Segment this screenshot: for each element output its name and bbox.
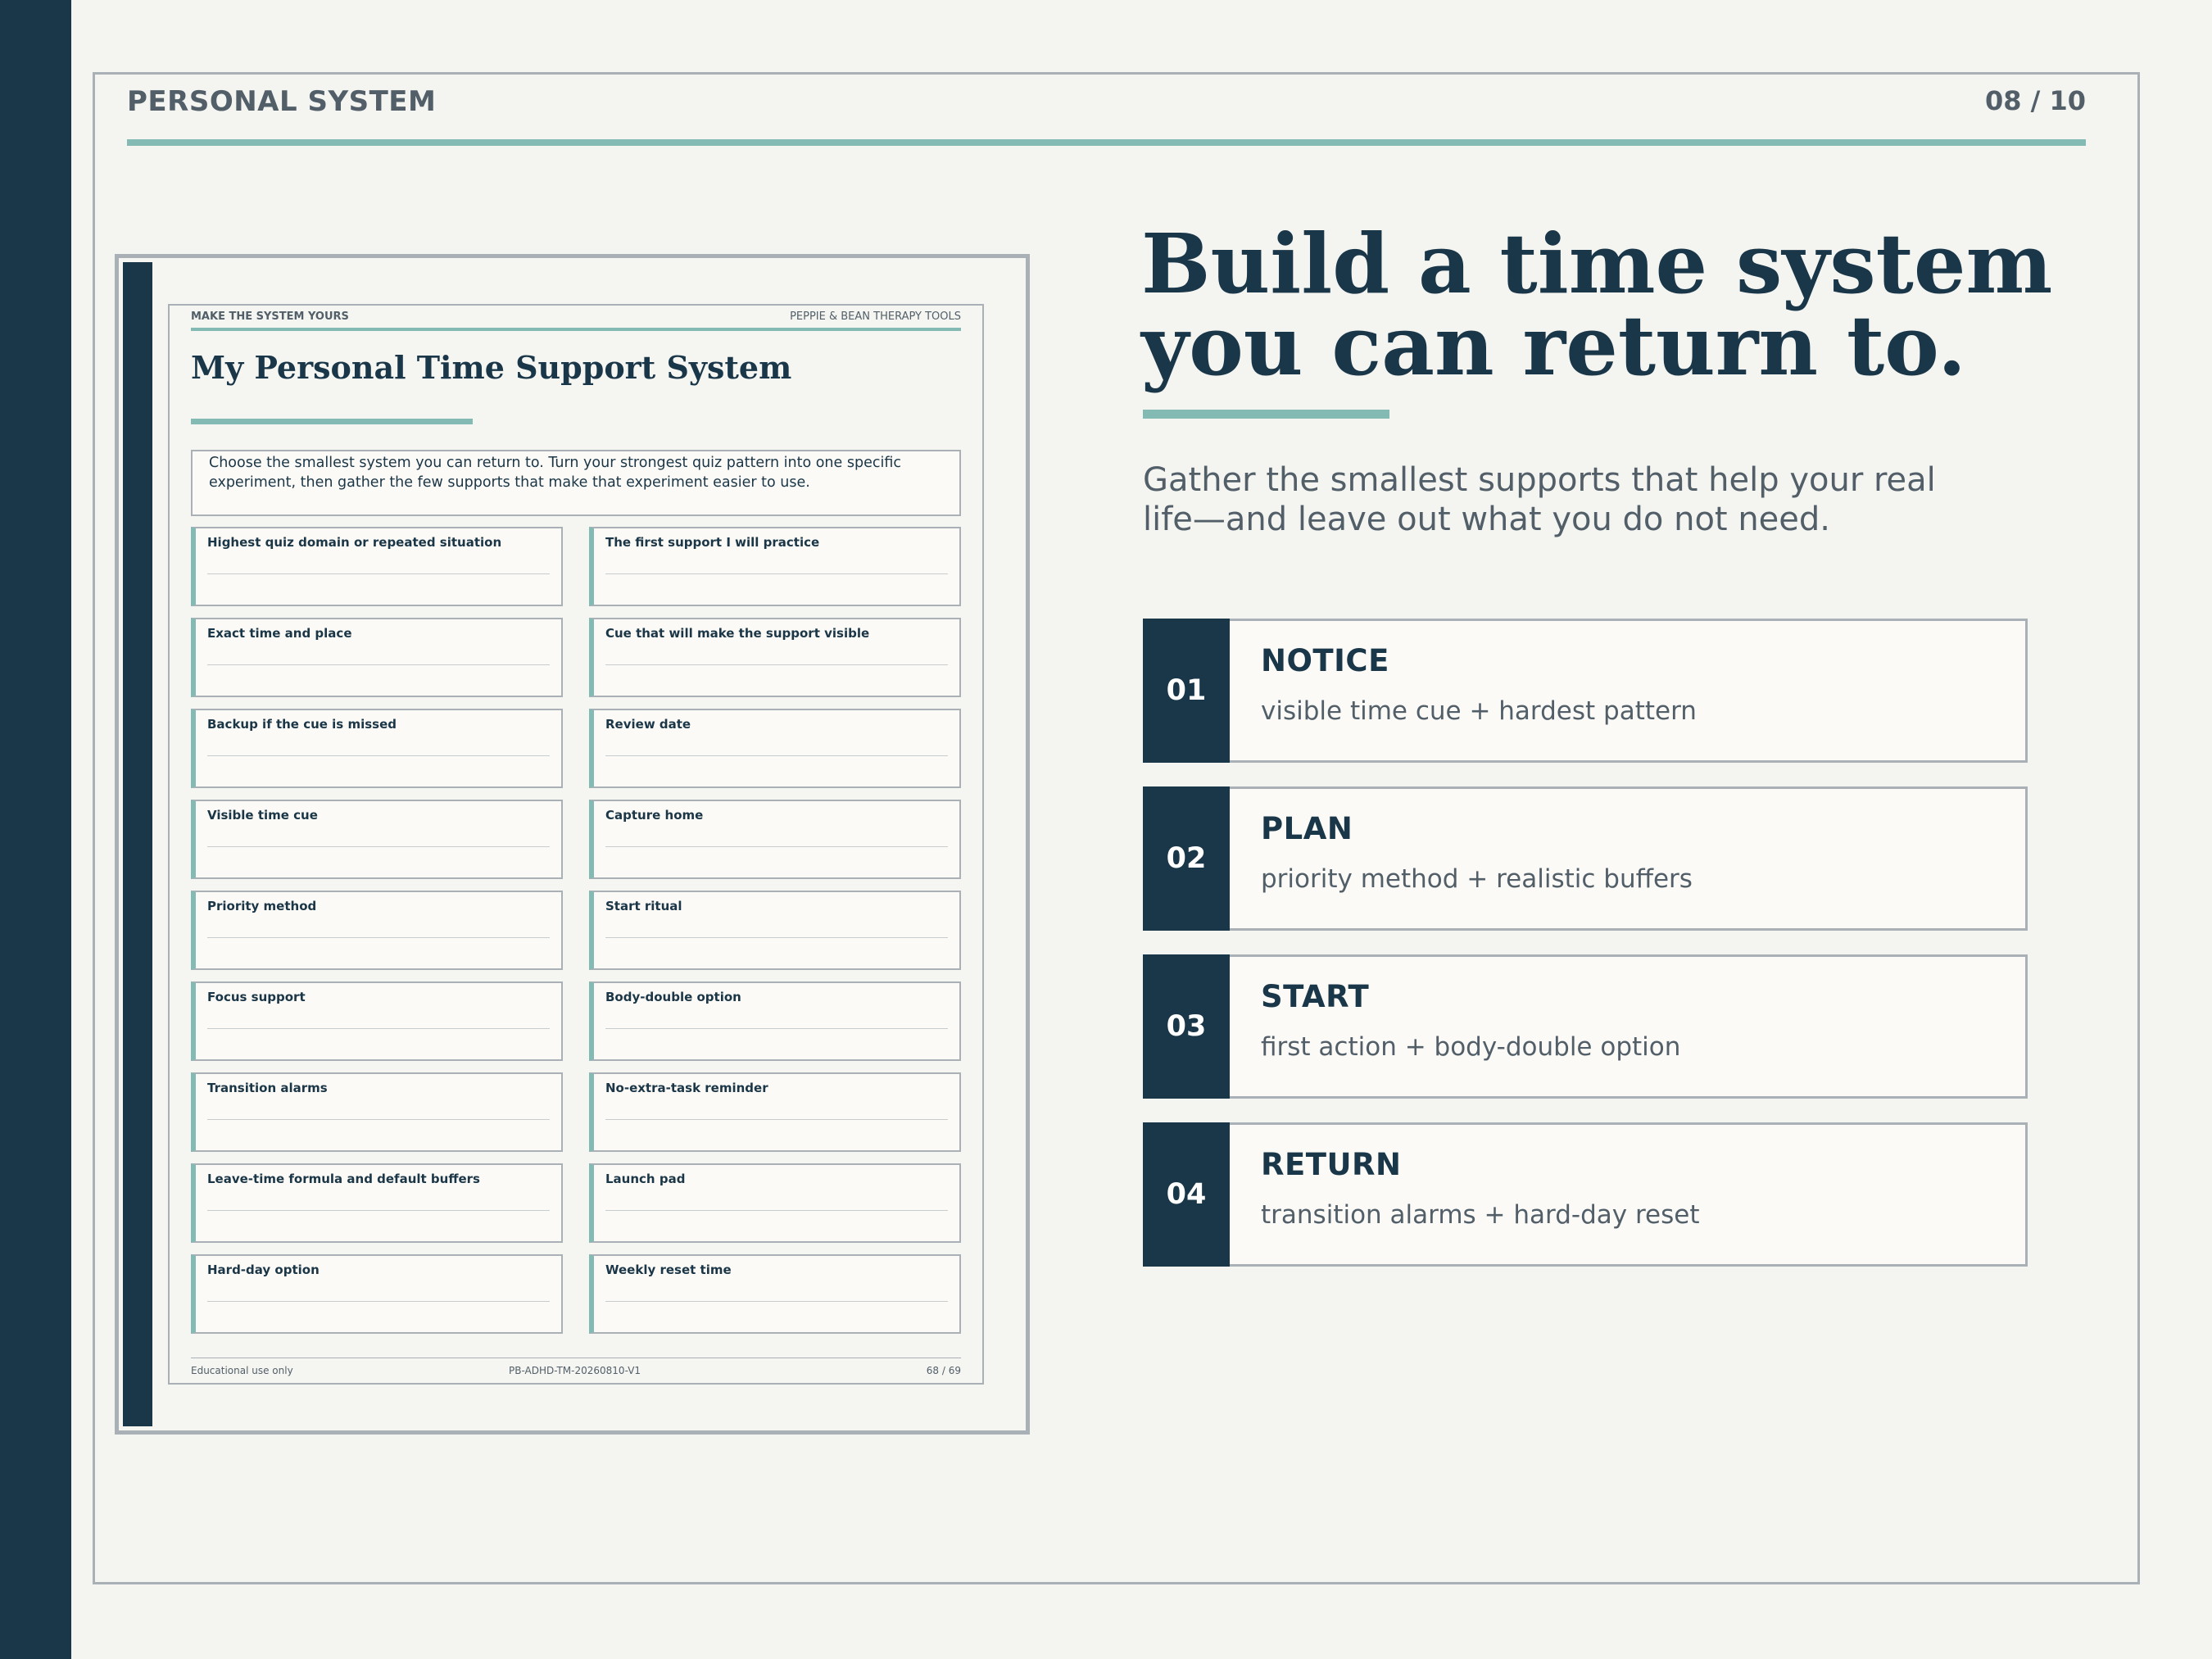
worksheet-field-writing-line — [605, 1301, 948, 1302]
worksheet-field: Priority method — [191, 891, 563, 970]
worksheet-field-label: Review date — [605, 717, 691, 732]
step-title: START — [1261, 979, 1370, 1014]
headline-accent — [1143, 410, 1389, 419]
worksheet-top-rule — [191, 328, 961, 331]
step-body: NOTICE visible time cue + hardest patter… — [1230, 619, 2028, 763]
worksheet-field-label: Focus support — [207, 990, 306, 1004]
worksheet-preview: MAKE THE SYSTEM YOURS PEPPIE & BEAN THER… — [115, 254, 1030, 1435]
step-number: 01 — [1143, 619, 1230, 763]
worksheet-field: Backup if the cue is missed — [191, 709, 563, 788]
step-card-notice: 01 NOTICE visible time cue + hardest pat… — [1143, 619, 2028, 763]
worksheet-field: Focus support — [191, 981, 563, 1061]
worksheet-field: Body-double option — [589, 981, 961, 1061]
subheading: Gather the smallest supports that help y… — [1143, 461, 1936, 538]
worksheet-field-label: Start ritual — [605, 899, 682, 913]
section-title: PERSONAL SYSTEM — [127, 85, 437, 118]
worksheet-field: Visible time cue — [191, 800, 563, 879]
worksheet-footer-page: 68 / 69 — [926, 1365, 961, 1376]
worksheet-field-writing-line — [207, 1119, 550, 1120]
worksheet-field: Weekly reset time — [589, 1254, 961, 1334]
worksheet-field-writing-line — [605, 664, 948, 665]
worksheet-field: Hard-day option — [191, 1254, 563, 1334]
worksheet-field-writing-line — [207, 1301, 550, 1302]
worksheet-brand: PEPPIE & BEAN THERAPY TOOLS — [790, 310, 961, 323]
worksheet-field-label: Hard-day option — [207, 1262, 320, 1277]
worksheet-field-writing-line — [605, 755, 948, 756]
page-counter: 08 / 10 — [1984, 85, 2086, 116]
step-description: transition alarms + hard-day reset — [1261, 1200, 1700, 1230]
worksheet-title: My Personal Time Support System — [191, 349, 792, 386]
worksheet-field-writing-line — [605, 1028, 948, 1029]
worksheet-field-label: Transition alarms — [207, 1081, 328, 1095]
headline: Build a time system you can return to. — [1141, 223, 2052, 387]
worksheet-field-writing-line — [207, 846, 550, 847]
step-card-start: 03 START first action + body-double opti… — [1143, 954, 2028, 1099]
header-rule — [127, 139, 2086, 146]
worksheet-field-writing-line — [207, 664, 550, 665]
worksheet-field-writing-line — [207, 755, 550, 756]
worksheet-field-writing-line — [605, 1119, 948, 1120]
worksheet-field-label: Body-double option — [605, 990, 741, 1004]
step-title: NOTICE — [1261, 643, 1389, 678]
worksheet-field: Start ritual — [589, 891, 961, 970]
worksheet-side-bar — [123, 262, 152, 1426]
worksheet-field-label: Visible time cue — [207, 808, 318, 823]
step-description: priority method + realistic buffers — [1261, 864, 1693, 894]
worksheet-footer-code: PB-ADHD-TM-20260810-V1 — [509, 1365, 641, 1376]
worksheet-field-label: No-extra-task reminder — [605, 1081, 768, 1095]
step-body: START first action + body-double option — [1230, 954, 2028, 1099]
step-title: RETURN — [1261, 1147, 1402, 1182]
worksheet-field: Exact time and place — [191, 618, 563, 697]
worksheet-field-label: Capture home — [605, 808, 704, 823]
worksheet-field-label: Exact time and place — [207, 626, 352, 641]
step-card-plan: 02 PLAN priority method + realistic buff… — [1143, 786, 2028, 931]
worksheet-field: No-extra-task reminder — [589, 1072, 961, 1152]
step-number: 03 — [1143, 954, 1230, 1099]
step-number: 04 — [1143, 1122, 1230, 1267]
worksheet-field: Capture home — [589, 800, 961, 879]
worksheet-field: The first support I will practice — [589, 527, 961, 606]
worksheet-field-writing-line — [207, 1210, 550, 1211]
worksheet-intro: Choose the smallest system you can retur… — [191, 450, 961, 516]
worksheet-field-writing-line — [207, 573, 550, 574]
worksheet-field-writing-line — [605, 573, 948, 574]
worksheet-field-label: Highest quiz domain or repeated situatio… — [207, 535, 502, 550]
step-body: RETURN transition alarms + hard-day rese… — [1230, 1122, 2028, 1267]
worksheet-page: MAKE THE SYSTEM YOURS PEPPIE & BEAN THER… — [168, 304, 984, 1385]
worksheet-field: Review date — [589, 709, 961, 788]
worksheet-field: Highest quiz domain or repeated situatio… — [191, 527, 563, 606]
worksheet-field-writing-line — [207, 937, 550, 938]
step-number: 02 — [1143, 786, 1230, 931]
worksheet-field-label: Launch pad — [605, 1172, 686, 1186]
worksheet-field-writing-line — [605, 937, 948, 938]
worksheet-footer-left: Educational use only — [191, 1365, 293, 1376]
headline-line-1: Build a time system — [1141, 215, 2053, 312]
worksheet-field: Leave-time formula and default buffers — [191, 1163, 563, 1243]
step-description: visible time cue + hardest pattern — [1261, 696, 1697, 726]
worksheet-field-label: Weekly reset time — [605, 1262, 732, 1277]
headline-line-2: you can return to. — [1141, 297, 1966, 394]
step-title: PLAN — [1261, 811, 1353, 846]
worksheet-field-label: The first support I will practice — [605, 535, 820, 550]
worksheet-field-label: Leave-time formula and default buffers — [207, 1172, 480, 1186]
worksheet-field: Launch pad — [589, 1163, 961, 1243]
worksheet-title-accent — [191, 419, 473, 424]
step-body: PLAN priority method + realistic buffers — [1230, 786, 2028, 931]
worksheet-field: Transition alarms — [191, 1072, 563, 1152]
step-card-return: 04 RETURN transition alarms + hard-day r… — [1143, 1122, 2028, 1267]
step-description: first action + body-double option — [1261, 1032, 1681, 1062]
worksheet-field-label: Backup if the cue is missed — [207, 717, 397, 732]
worksheet-field: Cue that will make the support visible — [589, 618, 961, 697]
left-accent-bar — [0, 0, 71, 1659]
worksheet-field-writing-line — [605, 846, 948, 847]
worksheet-field-writing-line — [605, 1210, 948, 1211]
worksheet-field-label: Priority method — [207, 899, 317, 913]
worksheet-field-label: Cue that will make the support visible — [605, 626, 870, 641]
worksheet-kicker: MAKE THE SYSTEM YOURS — [191, 310, 349, 323]
worksheet-field-writing-line — [207, 1028, 550, 1029]
